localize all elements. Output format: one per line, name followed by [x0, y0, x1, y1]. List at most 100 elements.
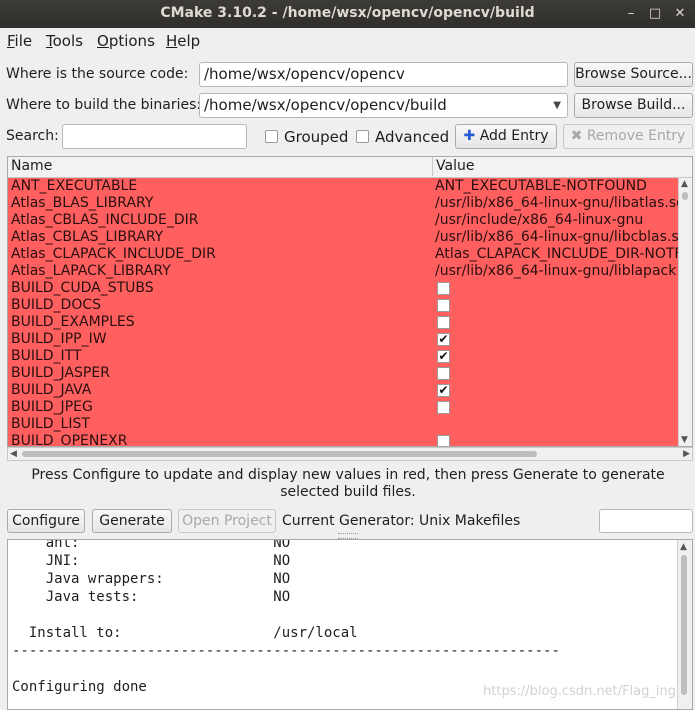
source-label: Where is the source code:: [6, 66, 189, 82]
column-value-header[interactable]: Value: [432, 157, 474, 176]
chevron-down-icon[interactable]: ▼: [553, 97, 561, 115]
menu-tools-mnemonic: T: [46, 32, 53, 50]
table-row[interactable]: BUILD_DOCS: [8, 297, 678, 314]
entry-name: BUILD_LIST: [11, 416, 90, 432]
table-row[interactable]: Atlas_CBLAS_INCLUDE_DIR/usr/include/x86_…: [8, 212, 678, 229]
entry-value[interactable]: Atlas_CLAPACK_INCLUDE_DIR-NOTFOUND: [435, 246, 678, 263]
output-log[interactable]: ant: NO JNI: NO Java wrappers: NO Java t…: [7, 539, 693, 710]
table-row[interactable]: BUILD_IPP_IW ✔: [8, 331, 678, 348]
entry-name: BUILD_IPP_IW: [11, 331, 107, 347]
entry-name: Atlas_LAPACK_LIBRARY: [11, 263, 171, 279]
table-row[interactable]: Atlas_LAPACK_LIBRARY/usr/lib/x86_64-linu…: [8, 263, 678, 280]
table-row[interactable]: Atlas_CLAPACK_INCLUDE_DIR Atlas_CLAPACK_I…: [8, 246, 678, 263]
column-name-header[interactable]: Name: [11, 158, 52, 174]
add-entry-button[interactable]: ✚ Add Entry: [455, 124, 557, 149]
scroll-up-icon[interactable]: ▲: [681, 179, 688, 189]
entry-checkbox[interactable]: ✔: [437, 384, 450, 397]
table-row[interactable]: BUILD_CUDA_STUBS: [8, 280, 678, 297]
table-row[interactable]: BUILD_ITT ✔: [8, 348, 678, 365]
title-bar: CMake 3.10.2 - /home/wsx/opencv/opencv/b…: [0, 0, 695, 28]
current-generator-text: Current Generator: Unix Makefiles: [282, 513, 521, 529]
output-line: ant: NO: [12, 539, 291, 551]
output-scrollbar[interactable]: ▲: [677, 540, 692, 709]
maximize-icon[interactable]: □: [646, 5, 664, 23]
output-scroll-thumb[interactable]: [681, 555, 687, 695]
table-row[interactable]: Atlas_BLAS_LIBRARY/usr/lib/x86_64-linux-…: [8, 195, 678, 212]
build-label: Where to build the binaries:: [6, 97, 202, 113]
output-scroll-up-icon[interactable]: ▲: [680, 542, 687, 552]
horizontal-scrollbar[interactable]: ◀ ▶: [7, 447, 693, 461]
table-row[interactable]: BUILD_JPEG: [8, 399, 678, 416]
entry-checkbox[interactable]: [437, 367, 450, 380]
menu-file[interactable]: File: [7, 32, 32, 50]
entry-checkbox[interactable]: ✔: [437, 350, 450, 363]
table-row[interactable]: BUILD_LIST: [8, 416, 678, 433]
table-row[interactable]: BUILD_JASPER: [8, 365, 678, 382]
window-title: CMake 3.10.2 - /home/wsx/opencv/opencv/b…: [160, 5, 535, 21]
search-label: Search:: [6, 128, 59, 144]
entry-checkbox[interactable]: [437, 299, 450, 312]
close-icon[interactable]: ✕: [671, 5, 689, 23]
minimize-icon[interactable]: –: [622, 5, 640, 23]
output-search-input[interactable]: [599, 509, 693, 533]
menu-tools[interactable]: Tools: [46, 32, 83, 50]
advanced-checkbox[interactable]: [356, 130, 369, 143]
add-entry-label: Add Entry: [479, 128, 549, 144]
watermark-text: https://blog.csdn.net/Flag_ing: [483, 684, 676, 699]
entry-value[interactable]: /usr/lib/x86_64-linux-gnu/libcblas.so: [435, 229, 678, 246]
remove-icon: ✖: [570, 128, 583, 144]
entry-name: ANT_EXECUTABLE: [11, 178, 138, 194]
table-row[interactable]: Atlas_CBLAS_LIBRARY/usr/lib/x86_64-linux…: [8, 229, 678, 246]
entry-value[interactable]: /usr/lib/x86_64-linux-gnu/libatlas.so: [435, 195, 678, 212]
scroll-right-icon[interactable]: ▶: [683, 449, 690, 459]
table-header: Name Value: [8, 157, 692, 178]
search-input[interactable]: [62, 124, 247, 149]
scroll-thumb[interactable]: [682, 192, 688, 200]
build-path-combobox[interactable]: /home/wsx/opencv/opencv/build ▼: [199, 93, 568, 118]
output-text: ant: NO JNI: NO Java wrappers: NO Java t…: [8, 539, 560, 696]
menu-options[interactable]: Options: [97, 32, 155, 50]
entry-checkbox[interactable]: [437, 401, 450, 414]
source-path-input[interactable]: /home/wsx/opencv/opencv: [199, 62, 568, 87]
remove-entry-label: Remove Entry: [586, 128, 686, 144]
generate-button[interactable]: Generate: [92, 509, 172, 533]
output-line: Install to: /usr/local: [12, 625, 358, 641]
table-row[interactable]: ANT_EXECUTABLE ANT_EXECUTABLE-NOTFOUND: [8, 178, 678, 195]
entry-name: Atlas_CBLAS_LIBRARY: [11, 229, 164, 245]
menu-options-mnemonic: O: [97, 32, 109, 50]
cache-table: Name Value ANT_EXECUTABLE ANT_EXECUTABLE-…: [7, 156, 693, 447]
entry-name: BUILD_EXAMPLES: [11, 314, 135, 330]
scroll-left-icon[interactable]: ◀: [10, 449, 17, 459]
remove-entry-button[interactable]: ✖ Remove Entry: [563, 124, 693, 149]
entry-value[interactable]: /usr/lib/x86_64-linux-gnu/liblapack.so: [435, 263, 678, 280]
output-line: Java wrappers: NO: [12, 571, 291, 587]
entry-name: BUILD_JASPER: [11, 365, 110, 381]
entry-value[interactable]: ANT_EXECUTABLE-NOTFOUND: [435, 178, 678, 195]
entry-checkbox[interactable]: [437, 316, 450, 329]
entry-checkbox[interactable]: [437, 435, 450, 446]
entry-name: BUILD_CUDA_STUBS: [11, 280, 154, 296]
vertical-scrollbar[interactable]: ▲ ▼: [678, 178, 692, 446]
menu-tools-label: ools: [52, 32, 83, 50]
browse-build-button[interactable]: Browse Build...: [574, 93, 693, 118]
table-row[interactable]: BUILD_EXAMPLES: [8, 314, 678, 331]
hscroll-thumb[interactable]: [22, 451, 537, 457]
menu-file-mnemonic: F: [7, 32, 15, 50]
menu-help[interactable]: Help: [166, 32, 200, 50]
entry-value[interactable]: /usr/include/x86_64-linux-gnu: [435, 212, 678, 229]
browse-source-button[interactable]: Browse Source...: [574, 62, 693, 87]
output-line: ----------------------------------------…: [12, 643, 560, 659]
scroll-down-icon[interactable]: ▼: [681, 435, 688, 445]
advanced-label: Advanced: [375, 128, 450, 146]
table-row[interactable]: BUILD_JAVA ✔: [8, 382, 678, 399]
entry-name: Atlas_BLAS_LIBRARY: [11, 195, 154, 211]
entry-checkbox[interactable]: [437, 282, 450, 295]
table-rows: ANT_EXECUTABLE ANT_EXECUTABLE-NOTFOUND Atl…: [8, 178, 678, 446]
entry-checkbox[interactable]: ✔: [437, 333, 450, 346]
entry-name: BUILD_JPEG: [11, 399, 93, 415]
grouped-checkbox[interactable]: [265, 130, 278, 143]
table-row[interactable]: BUILD_OPENEXR: [8, 433, 678, 446]
configure-button[interactable]: Configure: [7, 509, 85, 533]
open-project-button[interactable]: Open Project: [178, 509, 276, 533]
